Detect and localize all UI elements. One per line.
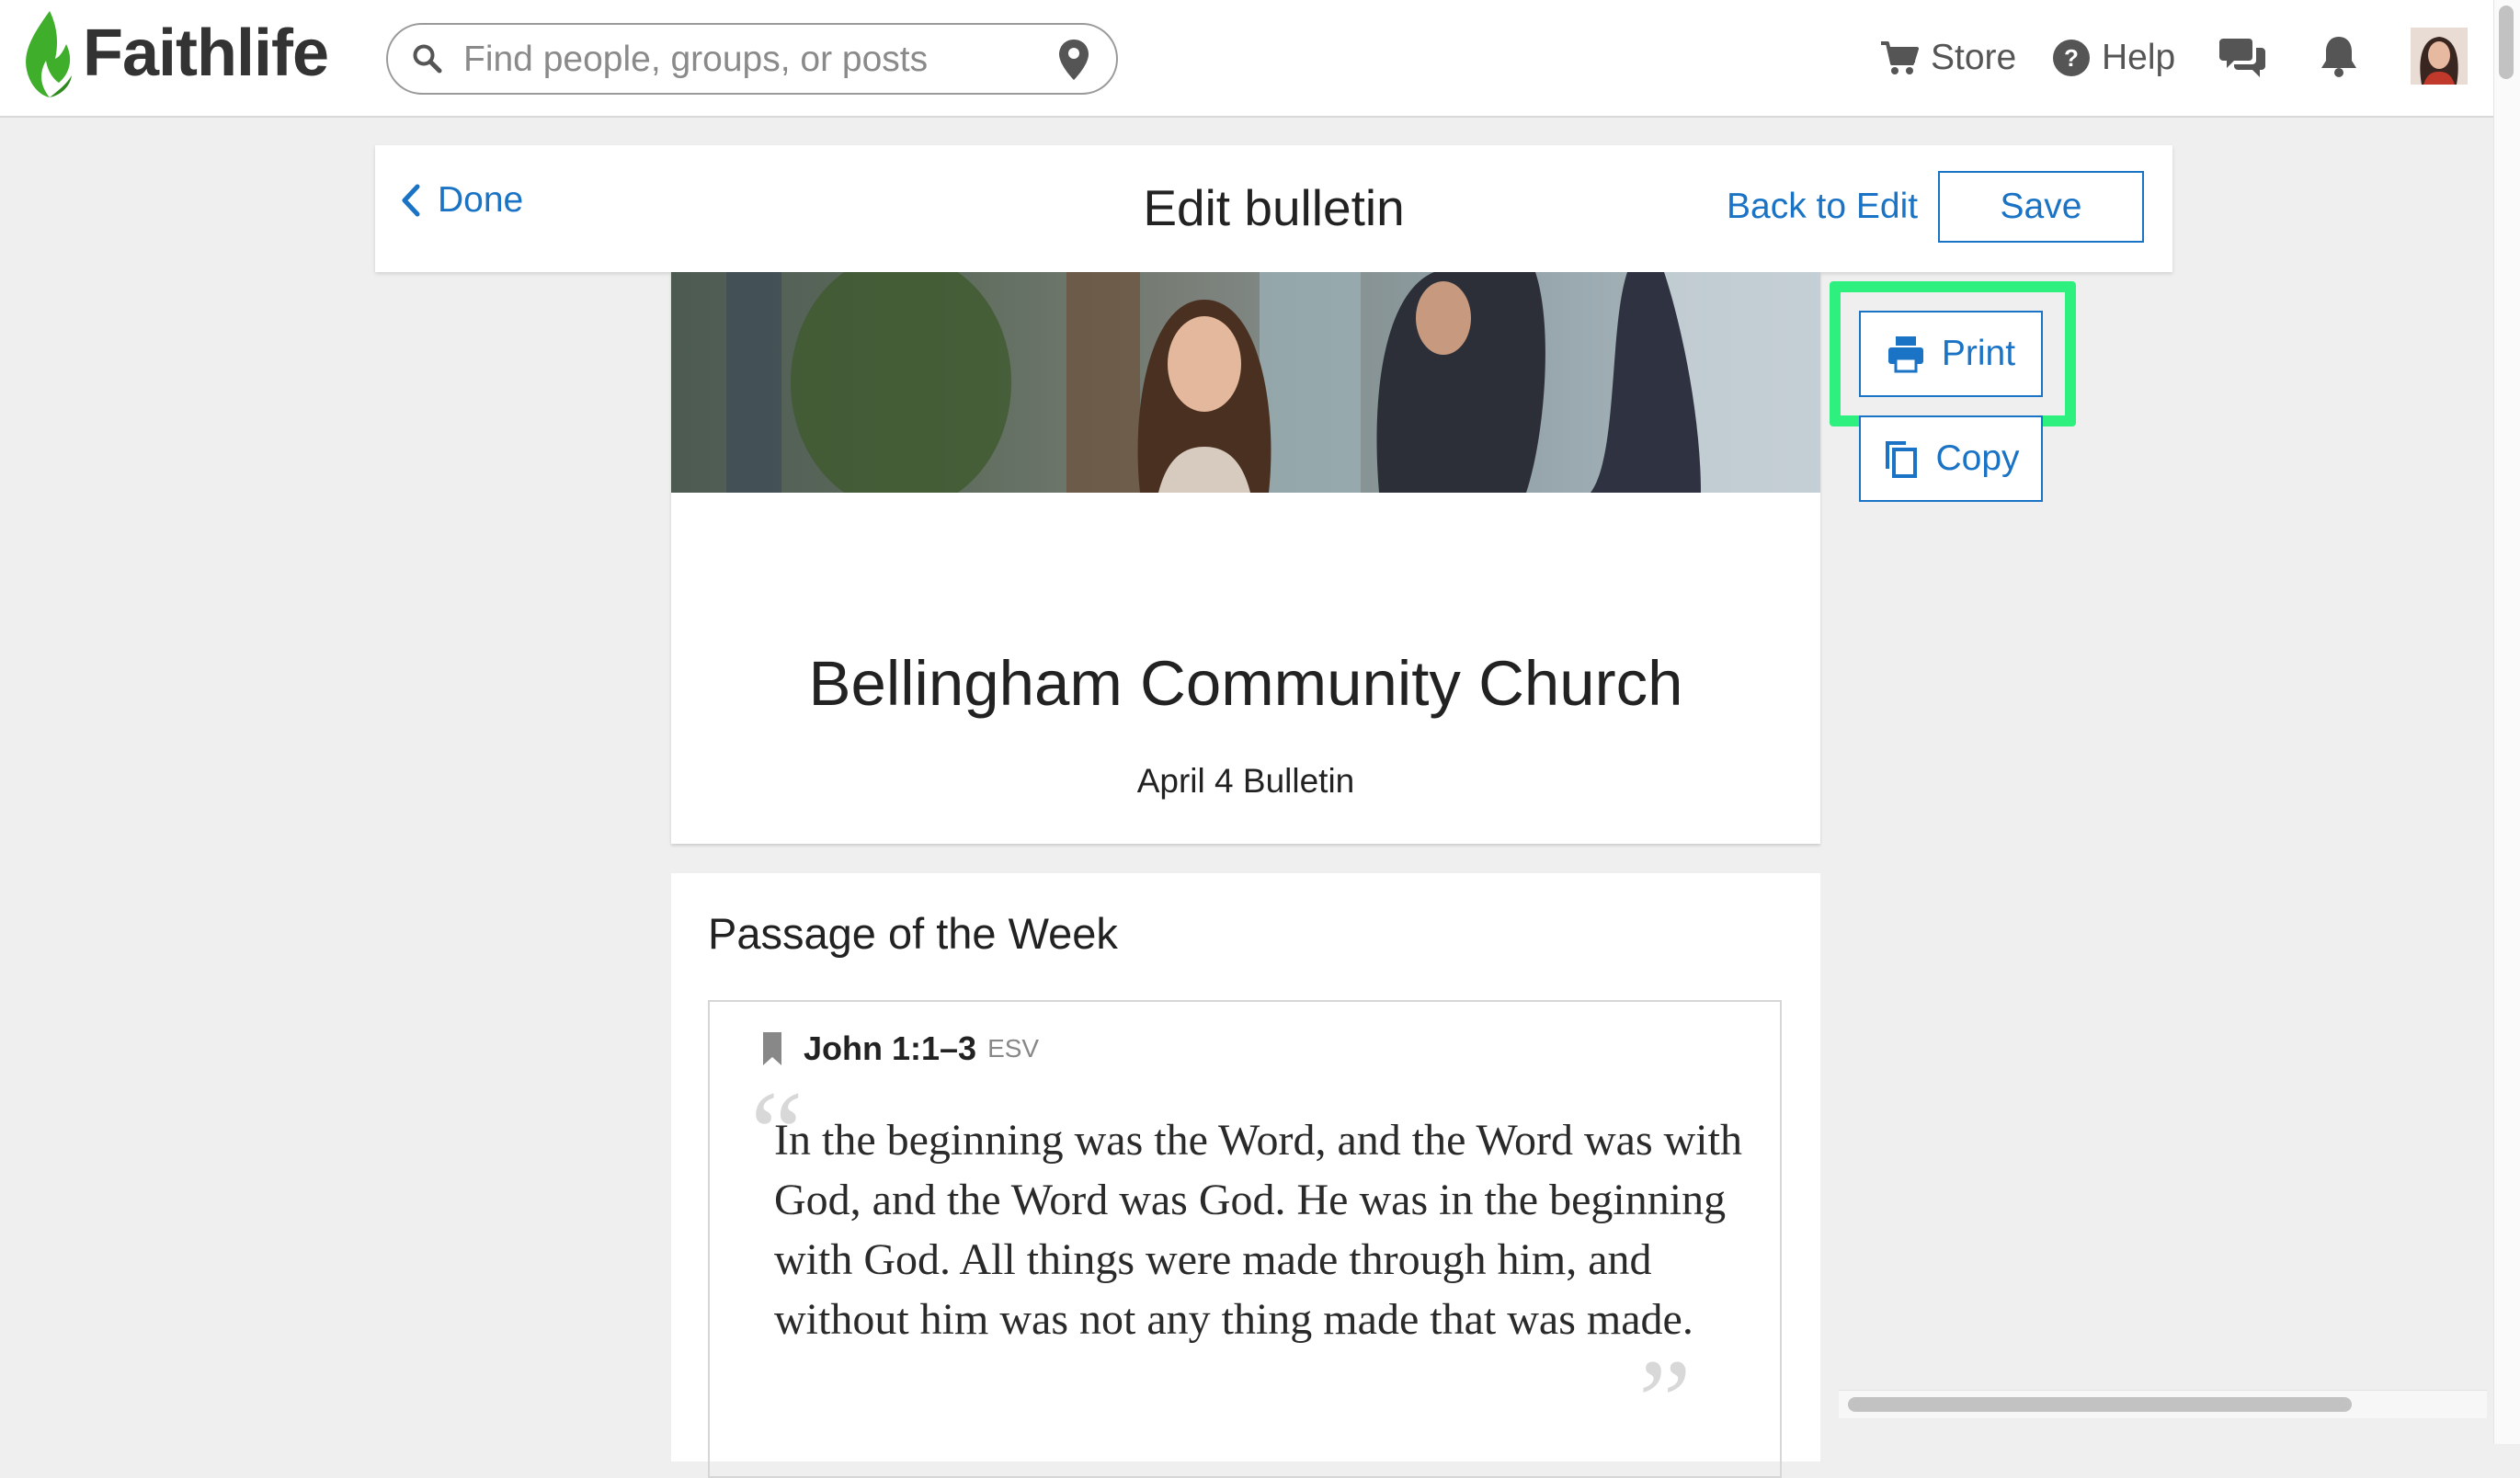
copy-button[interactable]: Copy (1859, 415, 2043, 502)
bulletin-subtitle: April 4 Bulletin (1136, 762, 1355, 800)
chat-icon[interactable] (2219, 35, 2265, 79)
avatar[interactable] (2411, 28, 2468, 85)
verse-box: John 1:1–3 ESV “ In the beginning was th… (708, 1000, 1782, 1478)
edit-toolbar: Done Edit bulletin Back to Edit Save (375, 145, 2172, 272)
print-icon (1887, 336, 1923, 373)
print-button[interactable]: Print (1859, 311, 2043, 397)
done-label: Done (438, 180, 524, 220)
store-label: Store (1931, 38, 2017, 77)
search-input[interactable] (462, 32, 998, 87)
verse-text: In the beginning was the Word, and the W… (774, 1116, 1742, 1344)
help-icon: ? (2053, 40, 2090, 76)
bible-version: ESV (987, 1034, 1040, 1063)
svg-text:?: ? (2064, 44, 2079, 72)
copy-label: Copy (1935, 438, 2020, 478)
back-to-edit-link[interactable]: Back to Edit (1727, 187, 1918, 227)
search-box (386, 23, 1118, 95)
chevron-left-icon (402, 184, 420, 217)
church-name: Bellingham Community Church (808, 648, 1683, 719)
bulletin-header-card: Bellingham Community Church April 4 Bull… (671, 272, 1820, 844)
bookmark-icon (763, 1032, 781, 1065)
store-link[interactable]: Store (1879, 28, 2016, 88)
bell-icon[interactable] (2319, 33, 2359, 79)
location-pin-icon[interactable] (1057, 38, 1090, 82)
vertical-scrollbar-thumb[interactable] (2499, 6, 2514, 79)
vertical-scrollbar-track[interactable] (2493, 0, 2520, 1444)
verse-reference[interactable]: John 1:1–3 (804, 1029, 976, 1068)
top-navigation-bar: Faithlife Store ? Help (0, 0, 2493, 118)
logo-text: Faithlife (83, 17, 329, 90)
cart-icon (1881, 41, 1919, 74)
print-label: Print (1941, 334, 2016, 373)
done-button[interactable]: Done (401, 180, 523, 221)
verse-reference-row: John 1:1–3 ESV (761, 1029, 1039, 1068)
bulletin-hero-image (671, 272, 1820, 493)
passage-of-the-week-card: Passage of the Week John 1:1–3 ESV “ In … (671, 873, 1820, 1478)
hero-photo (671, 272, 1820, 493)
horizontal-scrollbar-thumb[interactable] (1848, 1397, 2352, 1412)
faithlife-logo[interactable]: Faithlife (22, 7, 329, 99)
copy-icon (1886, 441, 1918, 478)
help-label: Help (2102, 38, 2176, 77)
passage-section-title: Passage of the Week (708, 909, 1118, 958)
search-icon (413, 44, 442, 74)
help-link[interactable]: ? Help (2052, 28, 2175, 88)
save-button[interactable]: Save (1938, 171, 2144, 243)
faithlife-flame-icon (26, 11, 72, 97)
